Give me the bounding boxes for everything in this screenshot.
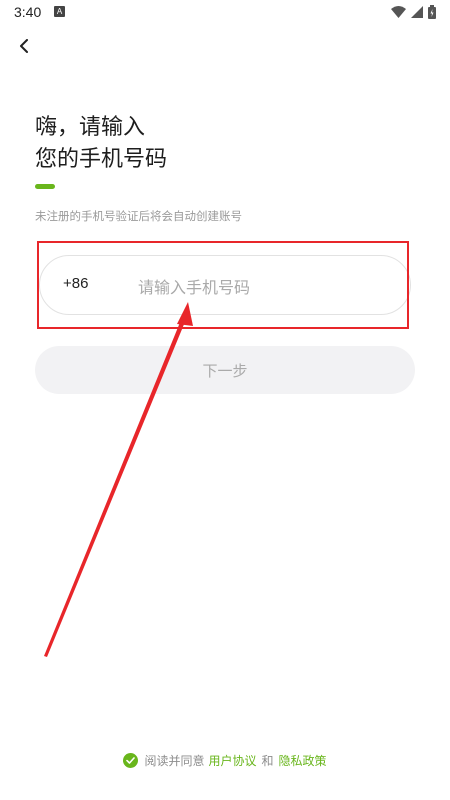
country-code[interactable]: +86 [63,275,88,292]
accent-bar [35,184,55,189]
title-line-2: 您的手机号码 [35,147,168,172]
status-bar: 3:40 A [0,0,450,26]
next-button[interactable]: 下一步 [35,346,415,394]
status-time: 3:40 [14,4,42,20]
signal-icon [411,6,423,18]
phone-input[interactable] [136,270,390,304]
status-icons [391,5,436,19]
battery-icon [428,5,436,19]
agreement-row: 阅读并同意 用户协议 和 隐私政策 [0,752,450,769]
title-line-1: 嗨，请输入 [35,115,146,140]
agreement-and: 和 [261,754,274,768]
user-agreement-link[interactable]: 用户协议 [208,752,256,769]
agreement-prefix: 阅读并同意 [144,754,205,768]
page-title: 嗨，请输入 您的手机号码 [35,112,167,176]
privacy-policy-link[interactable]: 隐私政策 [279,752,327,769]
agree-checkbox[interactable] [123,753,139,768]
wifi-icon [391,6,406,18]
notification-icon: A [54,6,65,17]
phone-field: +86 [39,255,411,315]
hint-text: 未注册的手机号验证后将会自动创建账号 [35,209,242,223]
chevron-left-icon [20,39,28,53]
check-circle-icon [123,753,139,768]
back-button[interactable] [12,34,36,58]
